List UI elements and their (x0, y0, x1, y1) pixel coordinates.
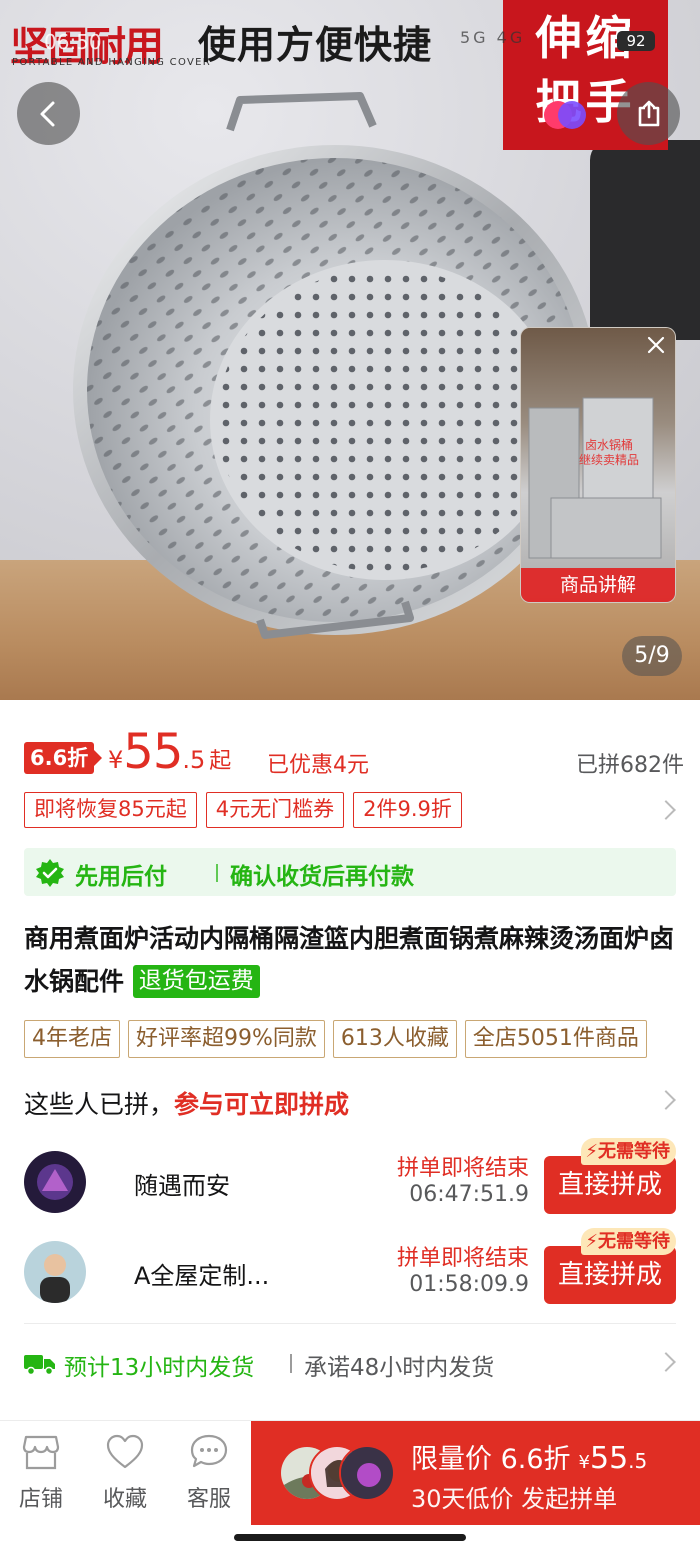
no-wait-tag-text: 无需等待 (598, 1141, 670, 1162)
banner-headline: 使用方便快捷 (198, 23, 433, 67)
group-timer: 06:47:51.9 (409, 1182, 529, 1207)
app-logo-icon[interactable] (541, 95, 589, 135)
price-row: 6.6折 ¥55.5 起 已优惠4元 已拼682件 (24, 722, 684, 782)
price: ¥55.5 起 (108, 724, 231, 780)
discount-badge: 6.6折 (24, 742, 103, 774)
avatar (24, 1241, 86, 1303)
divider (24, 1323, 676, 1324)
battery-icon: 92 (617, 31, 655, 51)
buy-price-decimal: .5 (628, 1449, 648, 1473)
share-button[interactable] (617, 82, 680, 145)
group-status: 拼单即将结束 (396, 1156, 529, 1181)
shop-tags[interactable]: 4年老店 好评率超99%同款 613人收藏 全店5051件商品 (24, 1020, 700, 1058)
shipping-divider (290, 1354, 292, 1373)
shop-tag[interactable]: 613人收藏 (332, 1020, 457, 1058)
group-buy-row: 随遇而安 拼单即将结束 06:47:51.9 直接拼成 ⚡无需等待 (24, 1138, 676, 1214)
gallery-counter: 5/9 (622, 636, 682, 676)
group-user-name: 随遇而安 (134, 1172, 230, 1200)
video-overlay-text: 卤水锅桶 继续卖精品 (579, 438, 640, 467)
buyer-avatars (279, 1445, 395, 1501)
avatar-image (24, 1241, 86, 1303)
shipping-estimate: 预计13小时内发货 (64, 1355, 255, 1381)
no-wait-tag-text: 无需等待 (598, 1231, 670, 1252)
start-group-buy-button[interactable]: 限量价 6.6折 ¥55.5 30天低价 发起拼单 (251, 1421, 700, 1525)
buy-price-integer: 55 (589, 1441, 629, 1476)
truck-icon (24, 1355, 55, 1376)
chevron-right-icon[interactable] (656, 800, 676, 820)
shop-button[interactable]: 店铺 (6, 1433, 76, 1513)
no-wait-tag: ⚡无需等待 (581, 1138, 676, 1165)
price-suffix: 起 (209, 749, 232, 774)
coupon-row[interactable]: 即将恢复85元起 4元无门槛券 2件9.9折 (24, 792, 462, 828)
buy-subline: 30天低价 发起拼单 (411, 1485, 618, 1513)
chevron-right-icon[interactable] (656, 1352, 676, 1372)
store-icon (22, 1435, 60, 1470)
product-image-gallery[interactable]: 坚固耐用 PORTABLE AND HANGING COVER 使用方便快捷 伸… (0, 0, 700, 700)
price-currency: ¥ (108, 746, 124, 774)
shop-tag[interactable]: 好评率超99%同款 (128, 1020, 325, 1058)
favorite-button[interactable]: 收藏 (90, 1433, 160, 1513)
chat-icon (190, 1434, 228, 1468)
share-icon (638, 100, 659, 126)
group-buy-head-highlight: 参与可立即拼成 (174, 1090, 350, 1119)
group-buy-row: A全屋定制... 拼单即将结束 01:58:09.9 直接拼成 ⚡无需等待 (24, 1228, 676, 1304)
product-title-text: 商用煮面炉活动内隔桶隔渣篮内胆煮面锅煮麻辣烫汤面炉卤水锅配件 (24, 924, 675, 996)
group-timer: 01:58:09.9 (409, 1272, 529, 1297)
coupon-tag[interactable]: 2件9.9折 (353, 792, 462, 828)
pay-later-banner[interactable]: 先用后付 确认收货后再付款 (24, 848, 676, 896)
product-explain-video[interactable]: 卤水锅桶 继续卖精品 商品讲解 (520, 327, 676, 603)
pay-later-icon (36, 859, 64, 887)
chevron-left-icon (40, 101, 54, 126)
service-label: 客服 (186, 1487, 231, 1512)
no-wait-tag: ⚡无需等待 (581, 1228, 676, 1255)
avatar-image (24, 1151, 86, 1213)
group-status: 拼单即将结束 (396, 1246, 529, 1271)
status-time: 06:50 (44, 30, 102, 54)
group-buy-header[interactable]: 这些人已拼，参与可立即拼成 (24, 1085, 349, 1121)
shipping-promise: 承诺48小时内发货 (304, 1355, 495, 1381)
group-user-name: A全屋定制... (134, 1262, 270, 1290)
buy-price-prefix: 限量价 6.6折 (411, 1444, 571, 1475)
pay-later-desc: 确认收货后再付款 (230, 864, 414, 890)
lightning-icon: ⚡ (585, 1231, 598, 1252)
status-network: 5G 4G (460, 28, 526, 47)
buy-price-line: 限量价 6.6折 ¥55.5 (411, 1437, 647, 1476)
banner-brand-subtitle: PORTABLE AND HANGING COVER (12, 57, 211, 68)
customer-service-button[interactable]: 客服 (174, 1433, 244, 1513)
price-integer: 55 (123, 724, 183, 780)
return-shipping-tag: 退货包运费 (132, 965, 260, 998)
group-buy-head-text: 这些人已拼， (24, 1090, 175, 1119)
coupon-tag[interactable]: 4元无门槛券 (205, 792, 345, 828)
pay-later-label: 先用后付 (75, 864, 167, 890)
coupon-tag[interactable]: 即将恢复85元起 (24, 792, 197, 828)
close-icon[interactable] (645, 334, 667, 356)
chevron-right-icon[interactable] (656, 1090, 676, 1110)
pay-later-divider (216, 864, 218, 882)
shop-label: 店铺 (18, 1487, 63, 1512)
buy-price-currency: ¥ (578, 1452, 590, 1473)
avatar (24, 1151, 86, 1213)
sold-count: 已拼682件 (576, 753, 684, 778)
video-caption: 商品讲解 (521, 568, 675, 602)
lightning-icon: ⚡ (585, 1141, 598, 1162)
heart-icon (106, 1434, 144, 1469)
avatar (339, 1445, 395, 1501)
home-indicator[interactable] (234, 1534, 466, 1541)
shop-tag[interactable]: 全店5051件商品 (464, 1020, 647, 1058)
back-button[interactable] (17, 82, 80, 145)
shop-tag[interactable]: 4年老店 (24, 1020, 120, 1058)
price-decimal: .5 (182, 746, 206, 774)
product-title: 商用煮面炉活动内隔桶隔渣篮内胆煮面锅煮麻辣烫汤面炉卤水锅配件 退货包运费 (24, 917, 679, 1003)
saved-amount: 已优惠4元 (267, 753, 369, 778)
favorite-label: 收藏 (102, 1487, 147, 1512)
